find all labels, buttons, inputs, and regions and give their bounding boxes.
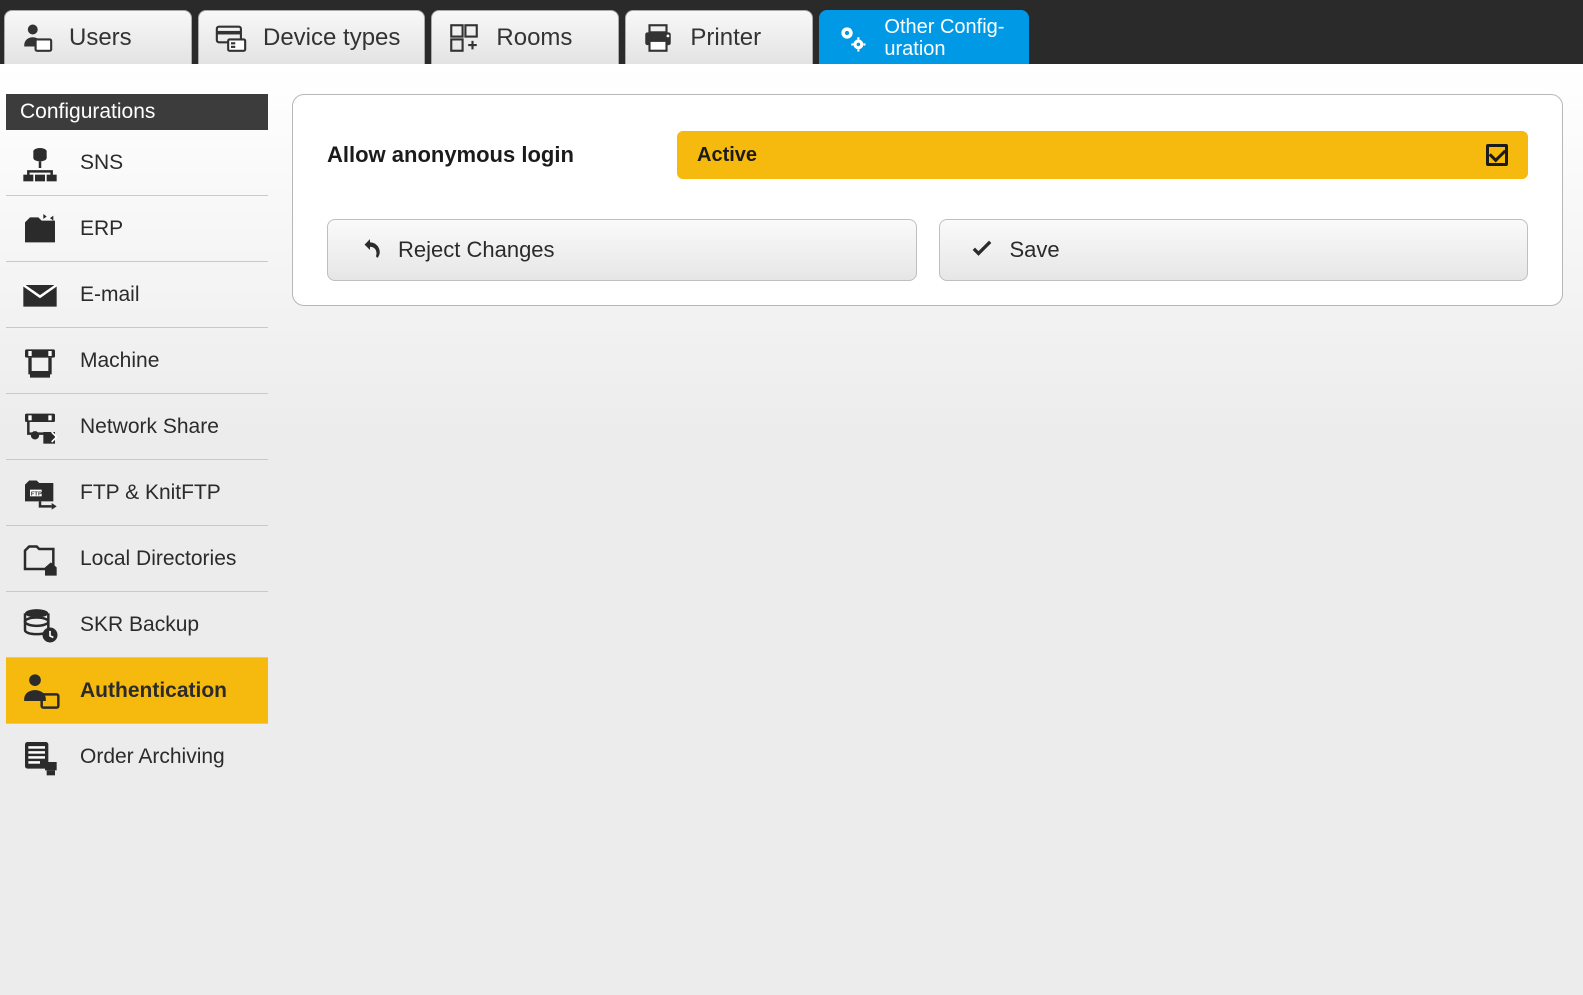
tab-printer[interactable]: Printer [625, 10, 813, 64]
tab-device-types[interactable]: Device types [198, 10, 425, 64]
card-icon [213, 20, 249, 56]
setting-allow-anonymous-login: Allow anonymous login Active [327, 131, 1528, 179]
sidebar-item-sns[interactable]: SNS [6, 130, 268, 196]
sidebar-item-authentication[interactable]: Authentication [6, 658, 268, 724]
toggle-state-label: Active [697, 144, 757, 167]
printer-icon [640, 20, 676, 56]
sidebar-item-order-archiving[interactable]: Order Archiving [6, 724, 268, 790]
sidebar-item-label: E-mail [80, 283, 140, 307]
tab-label: Other Config-uration [884, 16, 1004, 60]
tab-label: Users [69, 24, 132, 52]
sidebar-item-label: ERP [80, 217, 123, 241]
sidebar-item-label: Machine [80, 349, 159, 373]
sidebar-item-erp[interactable]: ERP [6, 196, 268, 262]
action-buttons: Reject Changes Save [327, 219, 1528, 281]
tab-users[interactable]: Users [4, 10, 192, 64]
user-auth-icon [18, 669, 62, 713]
sidebar-item-label: Order Archiving [80, 745, 225, 769]
machine-icon [18, 339, 62, 383]
check-icon [968, 236, 996, 264]
undo-icon [356, 236, 384, 264]
tab-label: Rooms [496, 24, 572, 52]
button-label: Save [1010, 237, 1060, 263]
sidebar-item-label: SKR Backup [80, 613, 199, 637]
user-icon [19, 20, 55, 56]
tab-label: Device types [263, 24, 400, 52]
sidebar-item-email[interactable]: E-mail [6, 262, 268, 328]
sidebar-item-machine[interactable]: Machine [6, 328, 268, 394]
tab-other-configuration[interactable]: Other Config-uration [819, 10, 1029, 64]
setting-label: Allow anonymous login [327, 142, 637, 168]
rooms-icon [446, 20, 482, 56]
sidebar-item-label: Local Directories [80, 547, 236, 571]
database-clock-icon [18, 603, 62, 647]
button-label: Reject Changes [398, 237, 555, 263]
sidebar-item-label: SNS [80, 151, 123, 175]
checkbox-checked-icon [1486, 144, 1508, 166]
network-share-icon [18, 405, 62, 449]
top-tab-bar: Users Device types Rooms Printer Other C… [0, 0, 1583, 64]
envelope-icon [18, 273, 62, 317]
folder-sync-icon [18, 207, 62, 251]
sidebar-item-label: Authentication [80, 679, 227, 703]
sidebar-item-local-directories[interactable]: Local Directories [6, 526, 268, 592]
sidebar-item-label: Network Share [80, 415, 219, 439]
tab-rooms[interactable]: Rooms [431, 10, 619, 64]
sidebar-item-network-share[interactable]: Network Share [6, 394, 268, 460]
folder-home-icon [18, 537, 62, 581]
tab-label: Printer [690, 24, 761, 52]
main-area: Configurations SNS ERP E-mail Machine [0, 64, 1583, 995]
sidebar-item-ftp[interactable]: FTP FTP & KnitFTP [6, 460, 268, 526]
settings-panel: Allow anonymous login Active Reject Chan… [292, 94, 1563, 306]
svg-text:FTP: FTP [31, 491, 42, 497]
sidebar-header: Configurations [6, 94, 268, 130]
toggle-allow-anonymous-login[interactable]: Active [677, 131, 1528, 179]
sidebar: Configurations SNS ERP E-mail Machine [6, 94, 268, 995]
sidebar-item-label: FTP & KnitFTP [80, 481, 221, 505]
network-node-icon [18, 141, 62, 185]
sidebar-item-skr-backup[interactable]: SKR Backup [6, 592, 268, 658]
archive-icon [18, 735, 62, 779]
gears-icon [834, 20, 870, 56]
ftp-icon: FTP [18, 471, 62, 515]
save-button[interactable]: Save [939, 219, 1529, 281]
reject-changes-button[interactable]: Reject Changes [327, 219, 917, 281]
